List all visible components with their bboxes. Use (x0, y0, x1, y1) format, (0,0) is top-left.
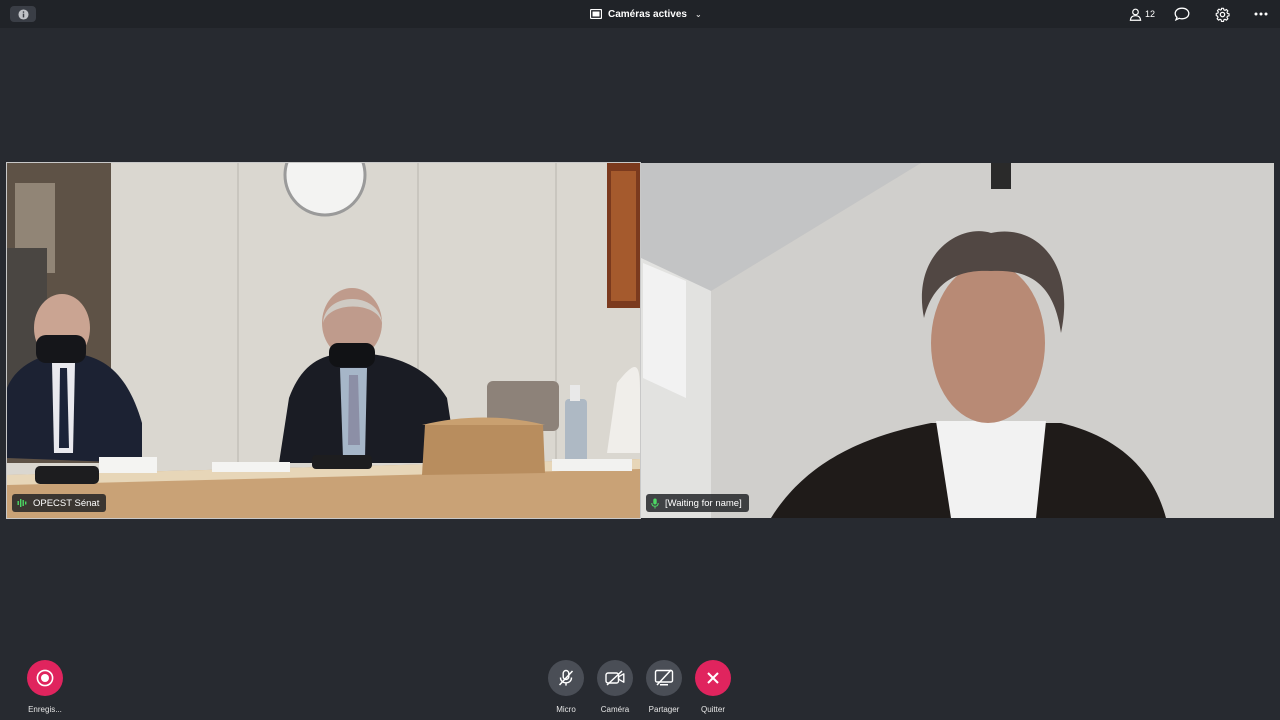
info-icon (17, 8, 29, 20)
participant-name: OPECST Sénat (33, 497, 100, 509)
share-label: Partager (648, 705, 680, 714)
audio-level-icon (17, 499, 27, 507)
camera-grid-icon (590, 9, 602, 19)
info-button[interactable] (10, 6, 36, 22)
record-label: Enregis... (28, 705, 62, 714)
participant-name-tag: OPECST Sénat (12, 494, 107, 512)
window-blind (643, 263, 686, 398)
video-feed-room (7, 163, 640, 518)
video-feed-person (641, 163, 1274, 518)
video-tile-left[interactable]: OPECST Sénat (6, 162, 641, 519)
share-button[interactable]: Partager (642, 660, 686, 714)
participant-name-tag: [Waiting for name] (646, 494, 749, 512)
participant-name: [Waiting for name] (665, 497, 742, 509)
microphone-off-icon (558, 669, 574, 686)
sanitizer-bottle (565, 399, 587, 469)
record-icon (36, 669, 54, 687)
settings-button[interactable] (1202, 0, 1242, 28)
more-options-button[interactable] (1242, 0, 1280, 28)
chat-bubble-icon (1174, 7, 1190, 21)
record-button[interactable]: Enregis... (23, 660, 67, 714)
quit-label: Quitter (700, 705, 725, 714)
gear-icon (1215, 7, 1230, 22)
camera-off-icon (605, 670, 625, 686)
ellipsis-icon (1254, 12, 1268, 16)
top-bar: Caméras actives ⌄ 12 (0, 0, 1280, 28)
participant-count: 12 (1144, 9, 1155, 19)
chevron-down-icon: ⌄ (694, 9, 702, 19)
video-tile-right[interactable]: [Waiting for name] (641, 163, 1274, 518)
mic-button[interactable]: Micro (544, 660, 588, 714)
close-icon (707, 672, 719, 684)
camera-button[interactable]: Caméra (593, 660, 637, 714)
camera-label: Caméra (600, 705, 630, 714)
layout-selector[interactable]: Caméras actives ⌄ (590, 6, 702, 22)
microphone-icon (651, 498, 659, 508)
chat-button[interactable] (1162, 0, 1202, 28)
participants-button[interactable]: 12 (1122, 0, 1162, 28)
top-right-actions: 12 (1122, 0, 1280, 28)
mic-label: Micro (556, 705, 576, 714)
call-controls: Enregis... Micro Caméra Partager Quitter (0, 660, 1280, 720)
screen-share-off-icon (654, 669, 674, 686)
person-icon (1129, 8, 1142, 21)
layout-label: Caméras actives (608, 8, 687, 20)
quit-button[interactable]: Quitter (691, 660, 735, 714)
